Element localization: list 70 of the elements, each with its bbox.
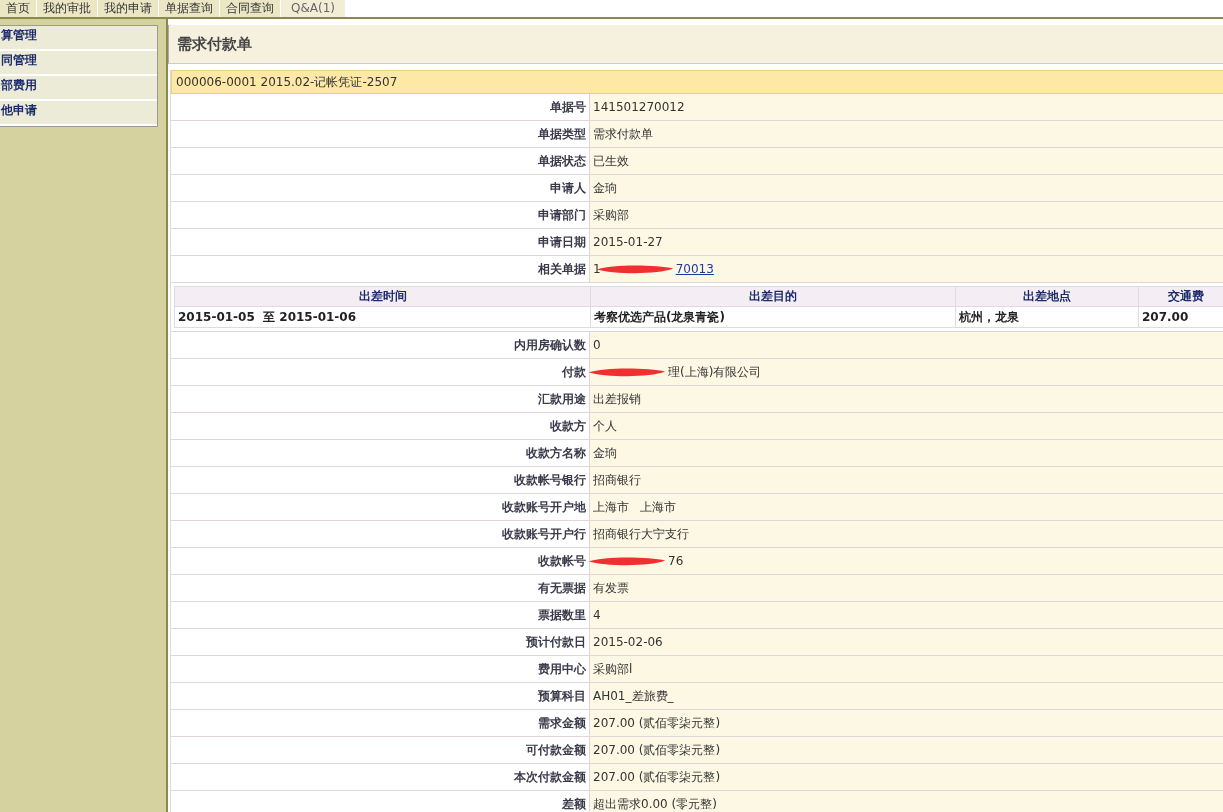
nav-tab[interactable]: 单据查询 (159, 0, 220, 17)
field-value: 采购部l (593, 660, 633, 678)
field-value: 76 (668, 554, 684, 568)
field-label: 申请日期 (538, 233, 586, 251)
field-label: 收款方名称 (526, 444, 586, 462)
column-header: 交通费 (1138, 286, 1223, 307)
field-value: 上海市 上海市 (593, 498, 677, 516)
nav-tab[interactable]: Q&A(1) (281, 0, 346, 17)
field-label: 收款账号开户行 (502, 525, 586, 543)
column-header: 出差时间 (174, 286, 591, 307)
field-label: 收款账号开户地 (502, 498, 586, 516)
field-value: 金珦 (593, 179, 617, 197)
field-label: 收款方 (550, 417, 586, 435)
field-label: 票据数里 (538, 606, 586, 624)
field-value: 207.00 (贰佰零柒元整) (593, 714, 721, 732)
field-value: 2015-02-06 (593, 635, 663, 649)
field-label: 收款帐号 (538, 552, 586, 570)
field-value: 0 (593, 338, 601, 352)
field-value: 207.00 (贰佰零柒元整) (593, 741, 721, 759)
field-label: 汇款用途 (538, 390, 586, 408)
field-label: 申请部门 (538, 206, 586, 224)
column-header: 出差地点 (955, 286, 1139, 307)
field-value: 金珦 (593, 444, 617, 462)
sidebar-item[interactable]: 部费用 (0, 76, 157, 101)
voucher-text: 000006-0001 2015.02-记帐凭证-2507 (176, 73, 398, 91)
field-value: AH01_差旅费_ (593, 687, 674, 705)
nav-tab[interactable]: 我的申请 (98, 0, 159, 17)
field-value: 需求付款单 (593, 125, 653, 143)
field-value: 141501270012 (593, 100, 685, 114)
field-value: 已生效 (593, 152, 629, 170)
field-label: 相关单据 (538, 260, 586, 278)
field-label: 需求金额 (538, 714, 586, 732)
table-cell: 2015-01-05 至 2015-01-06 (174, 306, 591, 328)
field-value: 有发票 (593, 579, 629, 597)
sidebar-item[interactable]: 算管理 (0, 26, 157, 51)
field-value: 4 (593, 608, 601, 622)
table-cell: 杭州，龙泉 (955, 306, 1139, 328)
field-label: 申请人 (550, 179, 586, 197)
sidebar-item[interactable]: 他申请 (0, 101, 157, 126)
field-value: 1 (593, 262, 601, 276)
field-value: 207.00 (贰佰零柒元整) (593, 768, 721, 786)
column-header: 出差目的 (590, 286, 956, 307)
field-label: 预算科目 (538, 687, 586, 705)
field-value: 招商银行 (593, 471, 641, 489)
field-label: 单据类型 (538, 125, 586, 143)
nav-tab[interactable]: 首页 (0, 0, 37, 17)
page-title: 需求付款单 (177, 34, 252, 54)
related-document-link[interactable]: 70013 (675, 262, 714, 276)
field-label: 有无票据 (538, 579, 586, 597)
table-cell: 考察优选产品(龙泉青瓷) (590, 306, 956, 328)
field-label: 费用中心 (538, 660, 586, 678)
field-value: 超出需求0.00 (零元整) (593, 795, 717, 812)
field-value: 2015-01-27 (593, 235, 663, 249)
field-label: 单据状态 (538, 152, 586, 170)
field-label: 差额 (562, 795, 586, 812)
field-value: 理(上海)有限公司 (668, 363, 762, 381)
field-value: 个人 (593, 417, 617, 435)
field-value: 出差报销 (593, 390, 641, 408)
field-label: 可付款金额 (526, 741, 586, 759)
sidebar-item[interactable]: 同管理 (0, 51, 157, 76)
field-value: 采购部 (593, 206, 629, 224)
field-label: 单据号 (550, 98, 586, 116)
nav-tab[interactable]: 合同查询 (220, 0, 281, 17)
field-label: 本次付款金额 (514, 768, 586, 786)
field-value: 招商银行大宁支行 (593, 525, 689, 543)
nav-tab[interactable]: 我的审批 (37, 0, 98, 17)
field-label: 内用房确认数 (514, 336, 586, 354)
field-label: 收款帐号银行 (514, 471, 586, 489)
field-label: 付款 (562, 363, 586, 381)
field-label: 预计付款日 (526, 633, 586, 651)
